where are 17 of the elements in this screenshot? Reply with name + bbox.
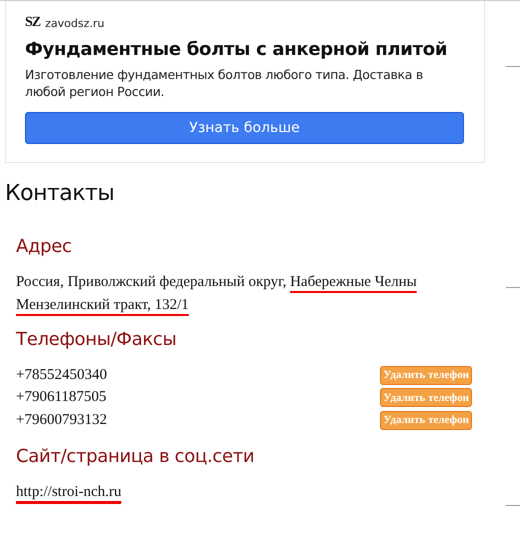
ad-description: Изготовление фундаментных болтов любого типа. Доставка в любой регион России. (25, 66, 424, 100)
phones-heading: Телефоны/Факсы (16, 329, 178, 350)
logo: SZ (25, 15, 40, 31)
website-heading: Сайт/страница в соц.сети (16, 446, 256, 466)
learn-more-button[interactable]: Узнать больше (25, 112, 464, 144)
delete-phone-button[interactable]: Удалить телефон (380, 410, 472, 430)
ad-title: Фундаментные болты с анкерной плитой (25, 39, 448, 60)
delete-phone-button[interactable]: Удалить телефон (380, 366, 472, 385)
contacts-heading: Контакты (5, 181, 116, 206)
address-text: Россия, Приволжский федеральный округ, Набережные Челны Мензелинский тракт, 132/1 (16, 273, 418, 315)
delete-phone-button[interactable]: Удалить телефон (380, 388, 472, 408)
phone-number: +78552450340 (16, 366, 107, 385)
address-heading: Адрес (16, 236, 73, 257)
ad-domain: zavodsz.ru (45, 16, 104, 30)
website-link[interactable]: http://stroi-nch.ru (16, 482, 122, 504)
phone-number: +79061187505 (16, 388, 106, 408)
phone-number: +79600793132 (16, 410, 107, 430)
